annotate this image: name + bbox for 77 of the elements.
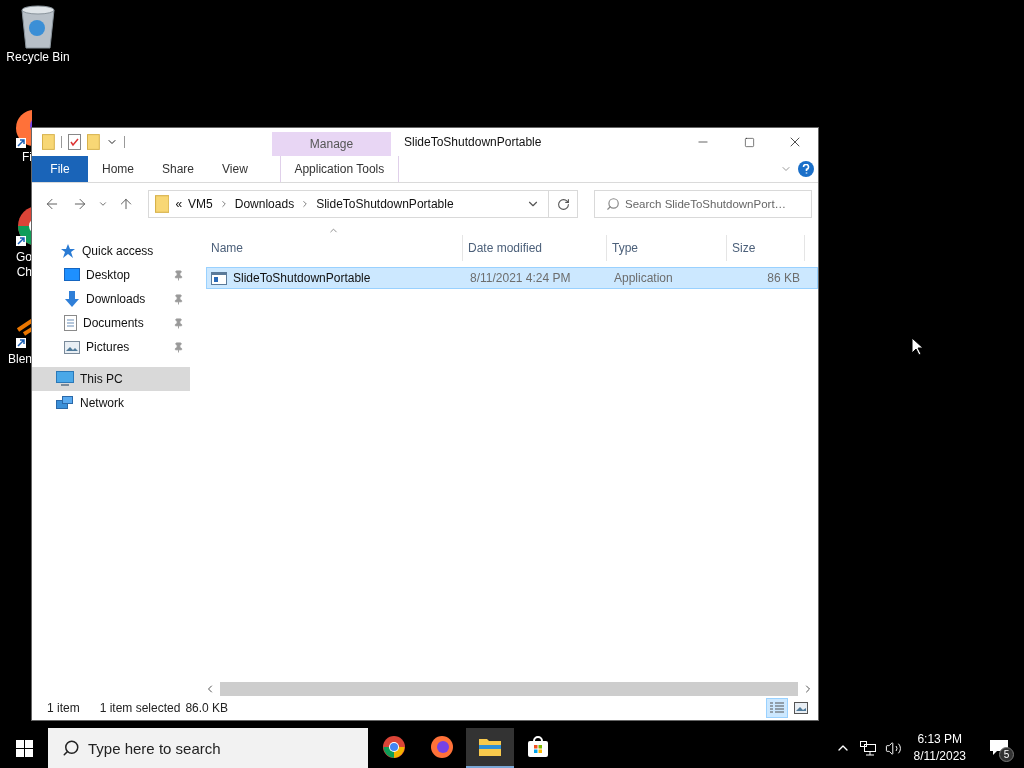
desktop-icon-label: Recycle Bin <box>6 50 70 65</box>
nav-item[interactable]: Documents <box>32 311 190 335</box>
back-arrow-icon <box>44 196 60 212</box>
file-name: SlideToShutdownPortable <box>233 271 371 285</box>
nav-item[interactable]: Desktop <box>32 263 190 287</box>
computer-icon <box>56 371 74 387</box>
taskbar-search-field[interactable]: Type here to search <box>48 728 368 768</box>
image-icon <box>794 702 808 714</box>
file-tab[interactable]: File <box>32 156 88 182</box>
network-icon[interactable] <box>858 740 877 756</box>
ribbon-tab[interactable]: Home <box>88 156 148 182</box>
properties-icon[interactable] <box>67 134 81 150</box>
breadcrumb[interactable]: SlideToShutdownPortable <box>316 197 454 211</box>
ribbon-tab[interactable]: Share <box>148 156 209 182</box>
file-row[interactable]: SlideToShutdownPortable 8/11/2021 4:24 PM Application 86 KB <box>206 267 818 289</box>
pin-icon[interactable] <box>173 269 184 281</box>
new-folder-icon <box>86 134 100 150</box>
details-list-icon <box>770 702 784 714</box>
type-cell-text: Application <box>613 271 674 285</box>
recycle-bin-icon[interactable] <box>18 4 58 50</box>
column-header[interactable]: Size <box>727 235 805 261</box>
pin-icon[interactable] <box>173 341 184 353</box>
nav-item[interactable]: Network <box>32 391 190 415</box>
breadcrumb-overflow[interactable]: « <box>175 197 183 211</box>
notifications-button[interactable]: 5 <box>984 733 1014 763</box>
date-cell-text: 8/11/2021 4:24 PM <box>469 271 572 285</box>
desktop-icon-label: Fi <box>22 150 32 165</box>
refresh-icon[interactable] <box>556 197 570 211</box>
address-bar[interactable]: « VM5 Downloads SlideToShutdownPortable <box>148 190 578 218</box>
clock[interactable]: 6:13 PM 8/11/2023 <box>913 731 966 765</box>
size-cell-text: 86 KB <box>766 271 801 285</box>
download-arrow-icon <box>64 291 80 307</box>
chevron-down-icon <box>98 199 108 209</box>
selection-size: 86.0 KB <box>185 701 229 715</box>
folder-icon <box>478 737 502 757</box>
window-title: SlideToShutdownPortable <box>404 135 543 149</box>
nav-item[interactable]: Pictures <box>32 335 190 359</box>
nav-item[interactable]: Quick access <box>32 239 190 263</box>
ribbon-tab[interactable]: View <box>208 156 262 182</box>
star-icon <box>60 243 76 259</box>
pin-icon[interactable] <box>173 317 184 329</box>
search-icon <box>606 197 620 211</box>
column-header[interactable]: Date modified <box>463 235 607 261</box>
windows-logo-icon <box>15 739 33 757</box>
chrome-icon <box>382 735 406 759</box>
maximize-icon <box>743 136 755 148</box>
notification-count: 5 <box>999 747 1014 762</box>
item-count: 1 item <box>47 701 80 715</box>
volume-icon[interactable] <box>884 739 902 757</box>
column-header[interactable]: Type <box>607 235 727 261</box>
breadcrumb[interactable]: Downloads <box>234 197 295 211</box>
folder-icon <box>42 134 55 150</box>
selection-status: 1 item selected <box>99 701 181 715</box>
application-icon <box>211 271 227 285</box>
mouse-pointer-icon <box>911 337 923 356</box>
question-mark-icon <box>802 164 810 174</box>
nav-item[interactable]: This PC <box>32 367 190 391</box>
picture-icon <box>64 340 80 354</box>
search-field[interactable]: Search SlideToShutdownPort… <box>594 190 812 218</box>
search-icon <box>62 739 80 757</box>
column-header[interactable]: Name <box>206 235 463 261</box>
desktop-icon-label: Ch <box>16 265 32 280</box>
desktop-icon <box>64 268 80 282</box>
forward-arrow-icon <box>72 196 88 212</box>
network-icon <box>56 395 74 411</box>
taskbar-app-button[interactable] <box>466 728 514 768</box>
pin-icon[interactable] <box>173 293 184 305</box>
contextual-tab-group: Manage <box>272 132 391 156</box>
store-bag-icon <box>527 736 549 758</box>
document-icon <box>64 315 77 331</box>
desktop-icon-label: Blen <box>7 352 32 367</box>
desktop-icon-label: Go <box>16 250 32 265</box>
breadcrumb[interactable]: VM5 <box>188 197 213 211</box>
help-icon[interactable] <box>798 161 814 177</box>
nav-item[interactable]: Downloads <box>32 287 190 311</box>
folder-icon <box>155 195 170 213</box>
firefox-icon <box>430 735 454 759</box>
